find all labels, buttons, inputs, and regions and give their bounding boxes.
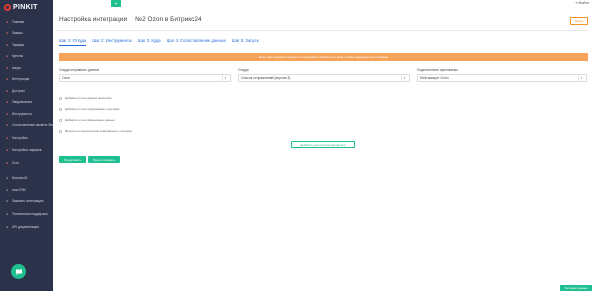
app-field: Подключенное приложение Мой аккаунт Ozon… <box>417 68 587 82</box>
sidebar-item-logs[interactable]: ● Логи <box>0 157 53 169</box>
cart-icon: ● <box>5 31 9 36</box>
logout-icon: ⇥ <box>574 1 578 5</box>
sidebar-item-orders[interactable]: ● Заказы <box>0 28 53 40</box>
sidebar-item-promos[interactable]: ● Акции <box>0 62 53 74</box>
tab-step-1[interactable]: Шаг 1: Откуда <box>59 38 87 46</box>
tag-icon: ● <box>5 42 9 47</box>
support-icon: ● <box>5 212 9 217</box>
tab-step-2[interactable]: Шаг 2: Инструменты <box>92 38 132 46</box>
app-select[interactable]: Мой аккаунт Ozon ▾ <box>417 74 587 82</box>
where-field: Откуда Список отправлений (версия 3) ▾ <box>238 68 410 82</box>
sidebar-item-access[interactable]: ● Доступы <box>0 85 53 97</box>
wrench-icon: ● <box>5 111 9 116</box>
topbar: + ⇥ Выйти <box>53 0 592 8</box>
checkbox-delivery[interactable]: Добавить в поле информацию о доставке <box>59 107 119 111</box>
continue-button[interactable]: Продолжить <box>59 156 86 163</box>
gear-icon: ● <box>5 136 9 141</box>
tab-step-5[interactable]: Шаг 5: Запуск <box>232 38 259 46</box>
checkbox-finance[interactable]: Добавить в поле финансовые данные <box>59 118 115 122</box>
source-label: Откуда отправлять данные <box>59 68 100 72</box>
code-icon: ● <box>5 225 9 230</box>
doc-icon: ● <box>5 199 9 204</box>
sidebar-item-settings[interactable]: ● Настройки <box>0 133 53 145</box>
sidebar: PINKIT ● Главная ● Заказы ● Тарифы ● Купоны … <box>0 0 54 291</box>
sidebar-item-tariffs[interactable]: ● Тарифы <box>0 39 53 51</box>
source-field: Откуда отправлять данные Ozon ▾ <box>59 68 231 82</box>
key-icon: ● <box>5 88 9 93</box>
chevron-down-icon: ▾ <box>401 75 407 81</box>
warning-banner: Если у вас возникли сложности с настройк… <box>59 53 588 61</box>
b24-icon: ● <box>5 176 9 181</box>
sidebar-menu: ● Главная ● Заказы ● Тарифы ● Купоны ● Акции … <box>0 16 54 234</box>
list-icon: ● <box>5 160 9 165</box>
sidebar-item-support[interactable]: ● Техническая поддержка <box>0 209 53 222</box>
test-data-button[interactable]: Тестовые данные <box>560 285 592 291</box>
logo-text: PINKIT <box>13 4 38 11</box>
sidebar-item-api[interactable]: ● API документация <box>0 222 53 234</box>
source-select[interactable]: Ozon ▾ <box>59 74 231 82</box>
add-button[interactable]: + <box>111 0 121 7</box>
page-title: Настройка интеграции <box>59 16 128 23</box>
link-icon: ● <box>5 123 9 128</box>
sidebar-item-main[interactable]: ● Главная <box>0 16 53 28</box>
test-button[interactable]: Протестировать <box>88 156 120 163</box>
ticket-icon: ● <box>5 54 9 59</box>
sidebar-item-mapping[interactable]: ● Сопоставление свойств Stat <box>0 120 54 133</box>
checkbox[interactable] <box>59 96 62 100</box>
bell-icon: ● <box>5 100 9 105</box>
app-value: Мой аккаунт Ozon <box>420 76 449 80</box>
gift-icon: ● <box>5 65 9 70</box>
where-value: Список отправлений (версия 3) <box>241 76 291 80</box>
title-row: Настройка интеграции №2 Ozon в Битрикс24 <box>59 16 202 23</box>
sidebar-item-amocrm[interactable]: ● amoCRM <box>0 184 53 196</box>
logo-icon <box>4 4 11 11</box>
logo[interactable]: PINKIT <box>4 3 38 12</box>
page-subtitle: №2 Ozon в Битрикс24 <box>135 16 202 23</box>
chevron-down-icon: ▾ <box>578 75 584 81</box>
main-panel: Настройка интеграции №2 Ozon в Битрикс24… <box>53 8 592 291</box>
where-select[interactable]: Список отправлений (версия 3) ▾ <box>238 74 410 82</box>
plug-icon: ● <box>5 77 9 82</box>
app-label: Подключенное приложение <box>417 68 458 72</box>
checkbox[interactable] <box>59 118 62 122</box>
where-label: Откуда <box>238 68 249 72</box>
back-button[interactable]: Назад <box>570 17 588 25</box>
cloud-icon: ● <box>5 187 9 192</box>
add-filter-button[interactable]: Добавить дополнительный фильтр <box>291 141 355 148</box>
chevron-down-icon: ▾ <box>222 75 228 81</box>
tab-step-3[interactable]: Шаг 3: Куда <box>138 38 161 46</box>
chat-icon <box>15 269 22 275</box>
sidebar-item-order-integration[interactable]: ● Заказать интеграцию <box>0 196 53 209</box>
sidebar-bottom: ● Битрикс24 ● amoCRM ● Заказать интеграцию … <box>0 173 53 234</box>
header-divider <box>57 30 588 31</box>
sidebar-item-coupons[interactable]: ● Купоны <box>0 51 53 63</box>
sidebar-item-bitrix[interactable]: ● Битрикс24 <box>0 173 53 185</box>
chat-button[interactable] <box>11 264 26 279</box>
sidebar-item-notifications[interactable]: ● Уведомления <box>0 97 53 109</box>
sidebar-item-tariff-settings[interactable]: ● Настройка тарифов <box>0 144 53 157</box>
sidebar-item-integrations[interactable]: ● Интеграции <box>0 74 53 86</box>
step-tabs: Шаг 1: Откуда Шаг 2: Инструменты Шаг 3: … <box>59 38 259 46</box>
checkbox[interactable] <box>59 129 62 133</box>
sidebar-item-tools[interactable]: ● Инструменты <box>0 108 53 120</box>
source-value: Ozon <box>62 76 71 80</box>
logout-button[interactable]: ⇥ Выйти <box>575 1 589 5</box>
checkbox[interactable] <box>59 107 62 111</box>
home-icon: ● <box>5 19 9 24</box>
checkbox-positions[interactable]: Включить в перечислении информацию о поз… <box>59 129 132 133</box>
checkbox-analytics[interactable]: Добавить в поле данные аналитики <box>59 96 111 100</box>
tab-step-4[interactable]: Шаг 4: Сопоставление данных <box>167 38 226 46</box>
sliders-icon: ● <box>5 147 9 152</box>
